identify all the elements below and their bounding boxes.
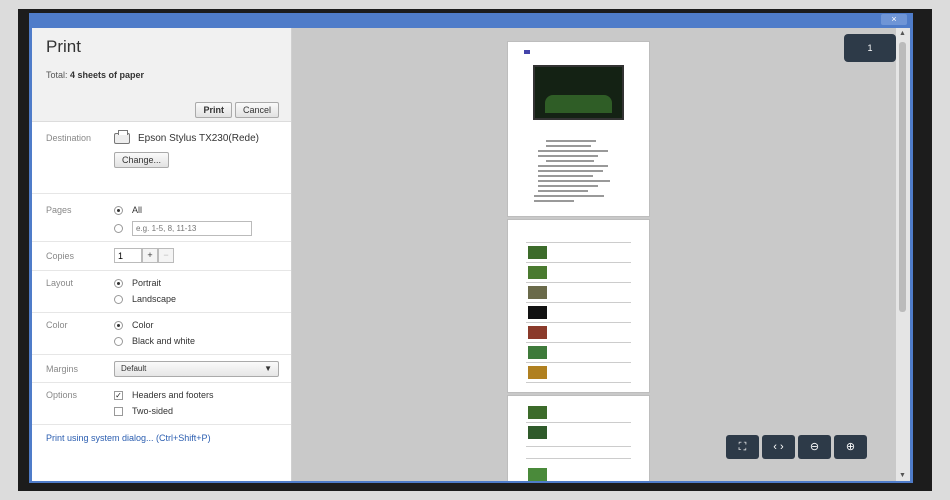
page-range-input[interactable] xyxy=(132,220,252,236)
dialog-header: Print Total: 4 sheets of paper Print Can… xyxy=(32,28,291,122)
print-preview-area: 1 ⛶ ‹ › ⊖ ⊕ ▲ ▼ xyxy=(293,28,910,481)
sheet-total: Total: 4 sheets of paper xyxy=(46,70,277,80)
dropdown-arrow-icon: ▼ xyxy=(264,364,272,373)
landscape-label: Landscape xyxy=(132,294,177,304)
layout-portrait-option[interactable]: Portrait xyxy=(114,275,291,291)
pages-row: Pages All xyxy=(32,194,291,242)
printer-icon xyxy=(114,129,130,144)
preview-scrollbar[interactable]: ▲ ▼ xyxy=(896,28,910,481)
pages-range-radio[interactable] xyxy=(114,223,123,233)
copies-input[interactable]: 1 xyxy=(114,248,142,263)
margins-select[interactable]: Default ▼ xyxy=(114,361,279,377)
zoom-in-icon[interactable]: ⊕ xyxy=(834,435,867,459)
preview-zoom-toolbar: ⛶ ‹ › ⊖ ⊕ xyxy=(726,435,867,459)
copies-increment-button[interactable]: + xyxy=(142,248,158,263)
printer-selection: Epson Stylus TX230(Rede) xyxy=(114,129,291,146)
bw-option[interactable]: Black and white xyxy=(114,333,291,349)
preview-page xyxy=(507,219,650,393)
layout-landscape-option[interactable]: Landscape xyxy=(114,291,291,307)
options-row: Options ✓ Headers and footers Two-sided xyxy=(32,383,291,425)
bw-radio[interactable] xyxy=(114,336,123,346)
copies-row: Copies 1 + − xyxy=(32,242,291,271)
pages-all-label: All xyxy=(132,205,143,215)
fit-to-page-icon[interactable]: ⛶ xyxy=(726,435,759,459)
margins-label: Margins xyxy=(46,364,79,374)
margins-selected-value: Default xyxy=(121,364,147,373)
fit-width-icon[interactable]: ‹ › xyxy=(762,435,795,459)
print-button[interactable]: Print xyxy=(195,102,232,118)
headers-footers-label: Headers and footers xyxy=(132,390,214,400)
copies-decrement-button[interactable]: − xyxy=(158,248,174,263)
aquarium-image xyxy=(533,65,624,120)
print-window: × Print Total: 4 sheets of paper Print C… xyxy=(29,13,913,483)
close-button[interactable]: × xyxy=(881,14,907,25)
color-row: Color Color Black and white xyxy=(32,313,291,355)
landscape-radio[interactable] xyxy=(114,294,123,304)
pages-range-option[interactable] xyxy=(114,220,291,236)
destination-label: Destination xyxy=(46,133,92,143)
two-sided-option[interactable]: Two-sided xyxy=(114,403,291,419)
system-dialog-link[interactable]: Print using system dialog... (Ctrl+Shift… xyxy=(32,425,291,451)
change-destination-button[interactable]: Change... xyxy=(114,152,170,168)
headers-footers-checkbox[interactable]: ✓ xyxy=(114,390,123,400)
preview-page xyxy=(507,41,650,217)
headers-footers-option[interactable]: ✓ Headers and footers xyxy=(114,387,291,403)
printer-name: Epson Stylus TX230(Rede) xyxy=(138,132,259,144)
zoom-out-icon[interactable]: ⊖ xyxy=(798,435,831,459)
page-logo-icon xyxy=(524,50,530,54)
pages-label: Pages xyxy=(46,205,72,215)
portrait-radio[interactable] xyxy=(114,278,123,288)
sheet-total-value: 4 sheets of paper xyxy=(70,70,145,80)
options-label: Options xyxy=(46,390,78,400)
settings-sidebar: Print Total: 4 sheets of paper Print Can… xyxy=(32,28,292,481)
layout-row: Layout Portrait Landscape xyxy=(32,271,291,313)
layout-label: Layout xyxy=(46,278,74,288)
scroll-down-icon[interactable]: ▼ xyxy=(899,472,906,479)
dialog-title: Print xyxy=(46,37,81,56)
color-label: Color xyxy=(46,320,68,330)
color-option-label: Color xyxy=(132,320,154,330)
sheet-total-prefix: Total: xyxy=(46,70,68,80)
portrait-label: Portrait xyxy=(132,278,162,288)
cancel-button[interactable]: Cancel xyxy=(234,102,279,118)
scroll-up-icon[interactable]: ▲ xyxy=(899,30,906,37)
page-number-indicator: 1 xyxy=(844,34,896,62)
pages-all-radio[interactable] xyxy=(114,205,123,215)
title-bar: × xyxy=(29,13,913,27)
destination-row: Destination Epson Stylus TX230(Rede) Cha… xyxy=(32,122,291,194)
margins-row: Margins Default ▼ xyxy=(32,355,291,383)
color-radio[interactable] xyxy=(114,320,123,330)
bw-option-label: Black and white xyxy=(132,336,196,346)
two-sided-label: Two-sided xyxy=(132,406,174,416)
dialog-buttons: Print Cancel xyxy=(195,102,279,118)
color-option[interactable]: Color xyxy=(114,317,291,333)
preview-page xyxy=(507,395,650,481)
scroll-thumb[interactable] xyxy=(899,42,906,312)
print-dialog: Print Total: 4 sheets of paper Print Can… xyxy=(32,28,910,481)
pages-all-option[interactable]: All xyxy=(114,202,291,218)
two-sided-checkbox[interactable] xyxy=(114,406,123,416)
copies-label: Copies xyxy=(46,251,75,261)
